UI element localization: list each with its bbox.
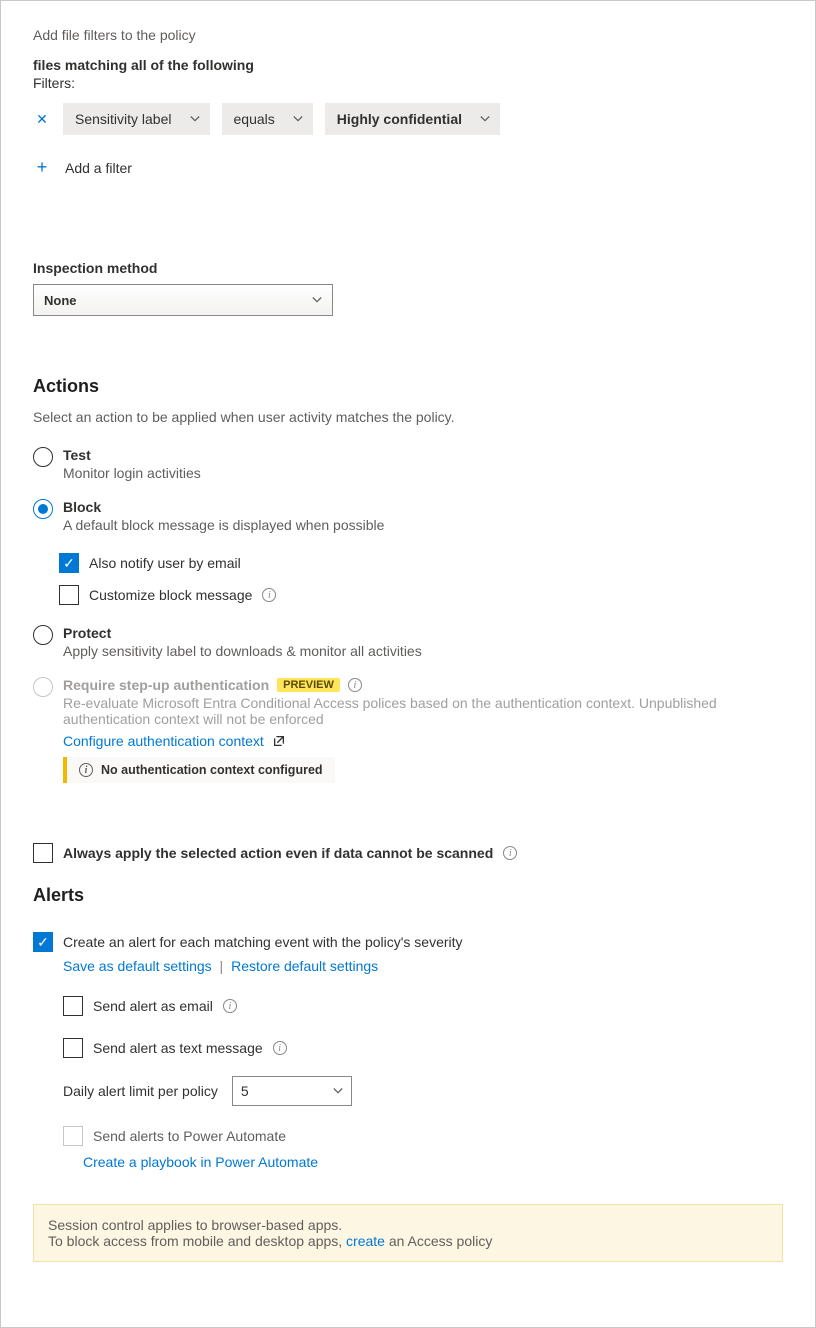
restore-default-link[interactable]: Restore default settings [231,958,378,974]
auth-context-warning-text: No authentication context configured [101,763,323,777]
inspection-method-value: None [44,293,77,308]
auth-context-warning: i No authentication context configured [63,757,335,783]
filter-field-dropdown[interactable]: Sensitivity label [63,103,210,135]
send-text-checkbox-row[interactable]: Send alert as text message i [63,1038,783,1058]
radio-icon [33,499,53,519]
always-apply-checkbox-row[interactable]: Always apply the selected action even if… [33,843,783,863]
filter-row: ✕ Sensitivity label equals Highly confid… [33,103,783,135]
checkbox-icon [33,843,53,863]
remove-filter-icon[interactable]: ✕ [33,111,51,128]
daily-limit-dropdown[interactable]: 5 [232,1076,352,1106]
chevron-down-icon [293,114,303,124]
action-block-desc: A default block message is displayed whe… [63,517,783,533]
checkbox-icon: ✓ [59,553,79,573]
power-automate-label: Send alerts to Power Automate [93,1128,286,1144]
action-protect-option[interactable]: Protect Apply sensitivity label to downl… [33,625,783,659]
daily-limit-label: Daily alert limit per policy [63,1083,218,1099]
filter-operator-value: equals [234,111,275,127]
filters-title: files matching all of the following [33,57,783,73]
send-email-label: Send alert as email [93,998,213,1014]
save-default-link[interactable]: Save as default settings [63,958,212,974]
inspection-method-label: Inspection method [33,260,783,276]
separator: | [220,958,224,974]
alerts-heading: Alerts [33,885,783,906]
chevron-down-icon [190,114,200,124]
create-alert-label: Create an alert for each matching event … [63,934,463,950]
external-link-icon [272,734,286,748]
daily-limit-value: 5 [241,1083,249,1099]
action-test-option[interactable]: Test Monitor login activities [33,447,783,481]
actions-description: Select an action to be applied when user… [33,409,783,425]
info-icon[interactable]: i [262,588,276,602]
info-icon[interactable]: i [348,678,362,692]
preview-badge: PREVIEW [277,678,340,692]
filter-value-dropdown[interactable]: Highly confidential [325,103,500,135]
add-filter-label: Add a filter [65,160,132,176]
checkbox-icon: ✓ [33,932,53,952]
info-icon[interactable]: i [503,846,517,860]
filters-label: Filters: [33,75,783,91]
checkbox-icon [63,1126,83,1146]
chevron-down-icon [333,1086,343,1096]
send-email-checkbox-row[interactable]: Send alert as email i [63,996,783,1016]
inspection-method-dropdown[interactable]: None [33,284,333,316]
create-access-policy-link[interactable]: create [346,1233,385,1249]
alert-settings-links: Save as default settings | Restore defau… [63,958,783,974]
chevron-down-icon [312,295,322,305]
always-apply-label: Always apply the selected action even if… [63,845,493,861]
checkbox-icon [59,585,79,605]
action-stepup-title: Require step-up authentication [63,677,269,693]
action-protect-desc: Apply sensitivity label to downloads & m… [63,643,783,659]
customize-message-checkbox-row[interactable]: Customize block message i [59,585,783,605]
filters-description: Add file filters to the policy [33,27,783,43]
filter-value: Highly confidential [337,111,462,127]
configure-auth-context-link[interactable]: Configure authentication context [63,733,264,749]
notify-email-checkbox-row[interactable]: ✓ Also notify user by email [59,553,783,573]
customize-message-label: Customize block message [89,587,252,603]
action-test-title: Test [63,447,783,463]
info-icon[interactable]: i [273,1041,287,1055]
action-stepup-option: Require step-up authentication PREVIEW i… [33,677,783,783]
chevron-down-icon [480,114,490,124]
action-protect-title: Protect [63,625,783,641]
info-icon[interactable]: i [223,999,237,1013]
actions-heading: Actions [33,376,783,397]
power-automate-checkbox-row: Send alerts to Power Automate [63,1126,783,1146]
filter-field-value: Sensitivity label [75,111,172,127]
checkbox-icon [63,996,83,1016]
radio-icon [33,447,53,467]
action-stepup-desc: Re-evaluate Microsoft Entra Conditional … [63,695,743,727]
session-control-note: Session control applies to browser-based… [33,1204,783,1262]
radio-icon [33,677,53,697]
daily-limit-row: Daily alert limit per policy 5 [63,1076,783,1106]
create-alert-checkbox-row[interactable]: ✓ Create an alert for each matching even… [33,932,783,952]
plus-icon: + [33,157,51,178]
radio-icon [33,625,53,645]
filter-operator-dropdown[interactable]: equals [222,103,313,135]
note-line2: To block access from mobile and desktop … [48,1233,768,1249]
action-block-option[interactable]: Block A default block message is display… [33,499,783,533]
action-block-title: Block [63,499,783,515]
checkbox-icon [63,1038,83,1058]
add-filter-button[interactable]: + Add a filter [33,157,783,178]
action-test-desc: Monitor login activities [63,465,783,481]
create-playbook-link[interactable]: Create a playbook in Power Automate [83,1154,318,1170]
send-text-label: Send alert as text message [93,1040,263,1056]
notify-email-label: Also notify user by email [89,555,241,571]
note-line1: Session control applies to browser-based… [48,1217,768,1233]
info-icon: i [79,763,93,777]
